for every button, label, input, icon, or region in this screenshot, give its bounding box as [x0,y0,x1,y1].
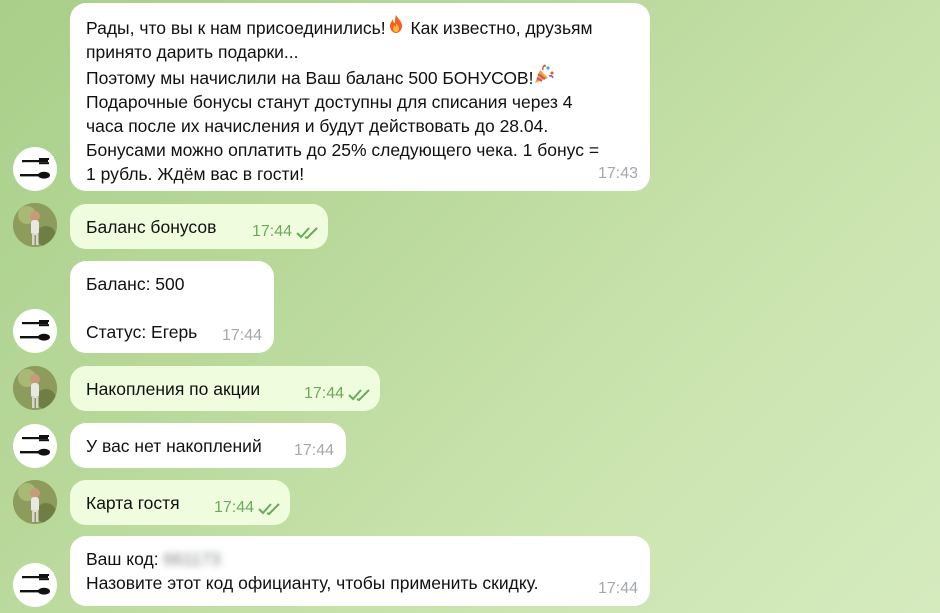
message-bubble-incoming[interactable]: У вас нет накоплений 17:44 [70,423,346,468]
user-photo-avatar [13,203,57,247]
code-label: Ваш код: [86,549,159,569]
cutlery-logo-icon [20,574,50,595]
code-value-hidden[interactable]: 661173 [163,549,220,569]
message-text: У вас нет накоплений [86,436,262,456]
double-check-icon [258,503,280,516]
message-time: 17:44 [597,580,638,597]
party-popper-emoji-icon [533,64,555,88]
bot-avatar[interactable] [13,424,57,468]
message-text: Ваш код: 661173 [86,547,650,571]
message-time: 17:44 [293,442,334,459]
message-time: 17:44 [213,499,254,516]
cutlery-logo-icon [20,320,50,341]
user-photo-avatar [13,480,57,524]
user-avatar[interactable] [13,480,57,524]
fire-emoji-icon [386,14,406,38]
message-time: 17:44 [303,385,344,402]
message-text: Назовите этот код официанту, чтобы приме… [86,573,539,593]
message-bubble-outgoing[interactable]: Накопления по акции 17:44 [70,366,380,411]
message-text: Баланс бонусов [86,217,217,237]
message-time: 17:44 [221,327,262,344]
message-text: Рады, что вы к нам присоединились! Как и… [86,14,638,186]
bot-avatar[interactable] [13,563,57,607]
message-bubble-outgoing[interactable]: Баланс бонусов 17:44 [70,204,328,249]
cutlery-logo-icon [20,158,50,179]
message-time: 17:43 [597,165,638,182]
bot-avatar[interactable] [13,309,57,353]
cutlery-logo-icon [20,435,50,456]
message-bubble-incoming[interactable]: Ваш код: 661173 Назовите этот код официа… [70,536,650,606]
message-time: 17:44 [251,223,292,240]
message-bubble-incoming[interactable]: Рады, что вы к нам присоединились! Как и… [70,3,650,191]
message-text: Накопления по акции [86,379,261,399]
user-avatar[interactable] [13,366,57,410]
double-check-icon [348,389,370,402]
double-check-icon [296,227,318,240]
message-bubble-outgoing[interactable]: Карта гостя 17:44 [70,480,290,525]
message-bubble-incoming[interactable]: Баланс: 500 Статус: Егерь 17:44 [70,261,274,353]
user-avatar[interactable] [13,203,57,247]
bot-avatar[interactable] [13,147,57,191]
user-photo-avatar [13,366,57,410]
message-text: Карта гостя [86,493,180,513]
